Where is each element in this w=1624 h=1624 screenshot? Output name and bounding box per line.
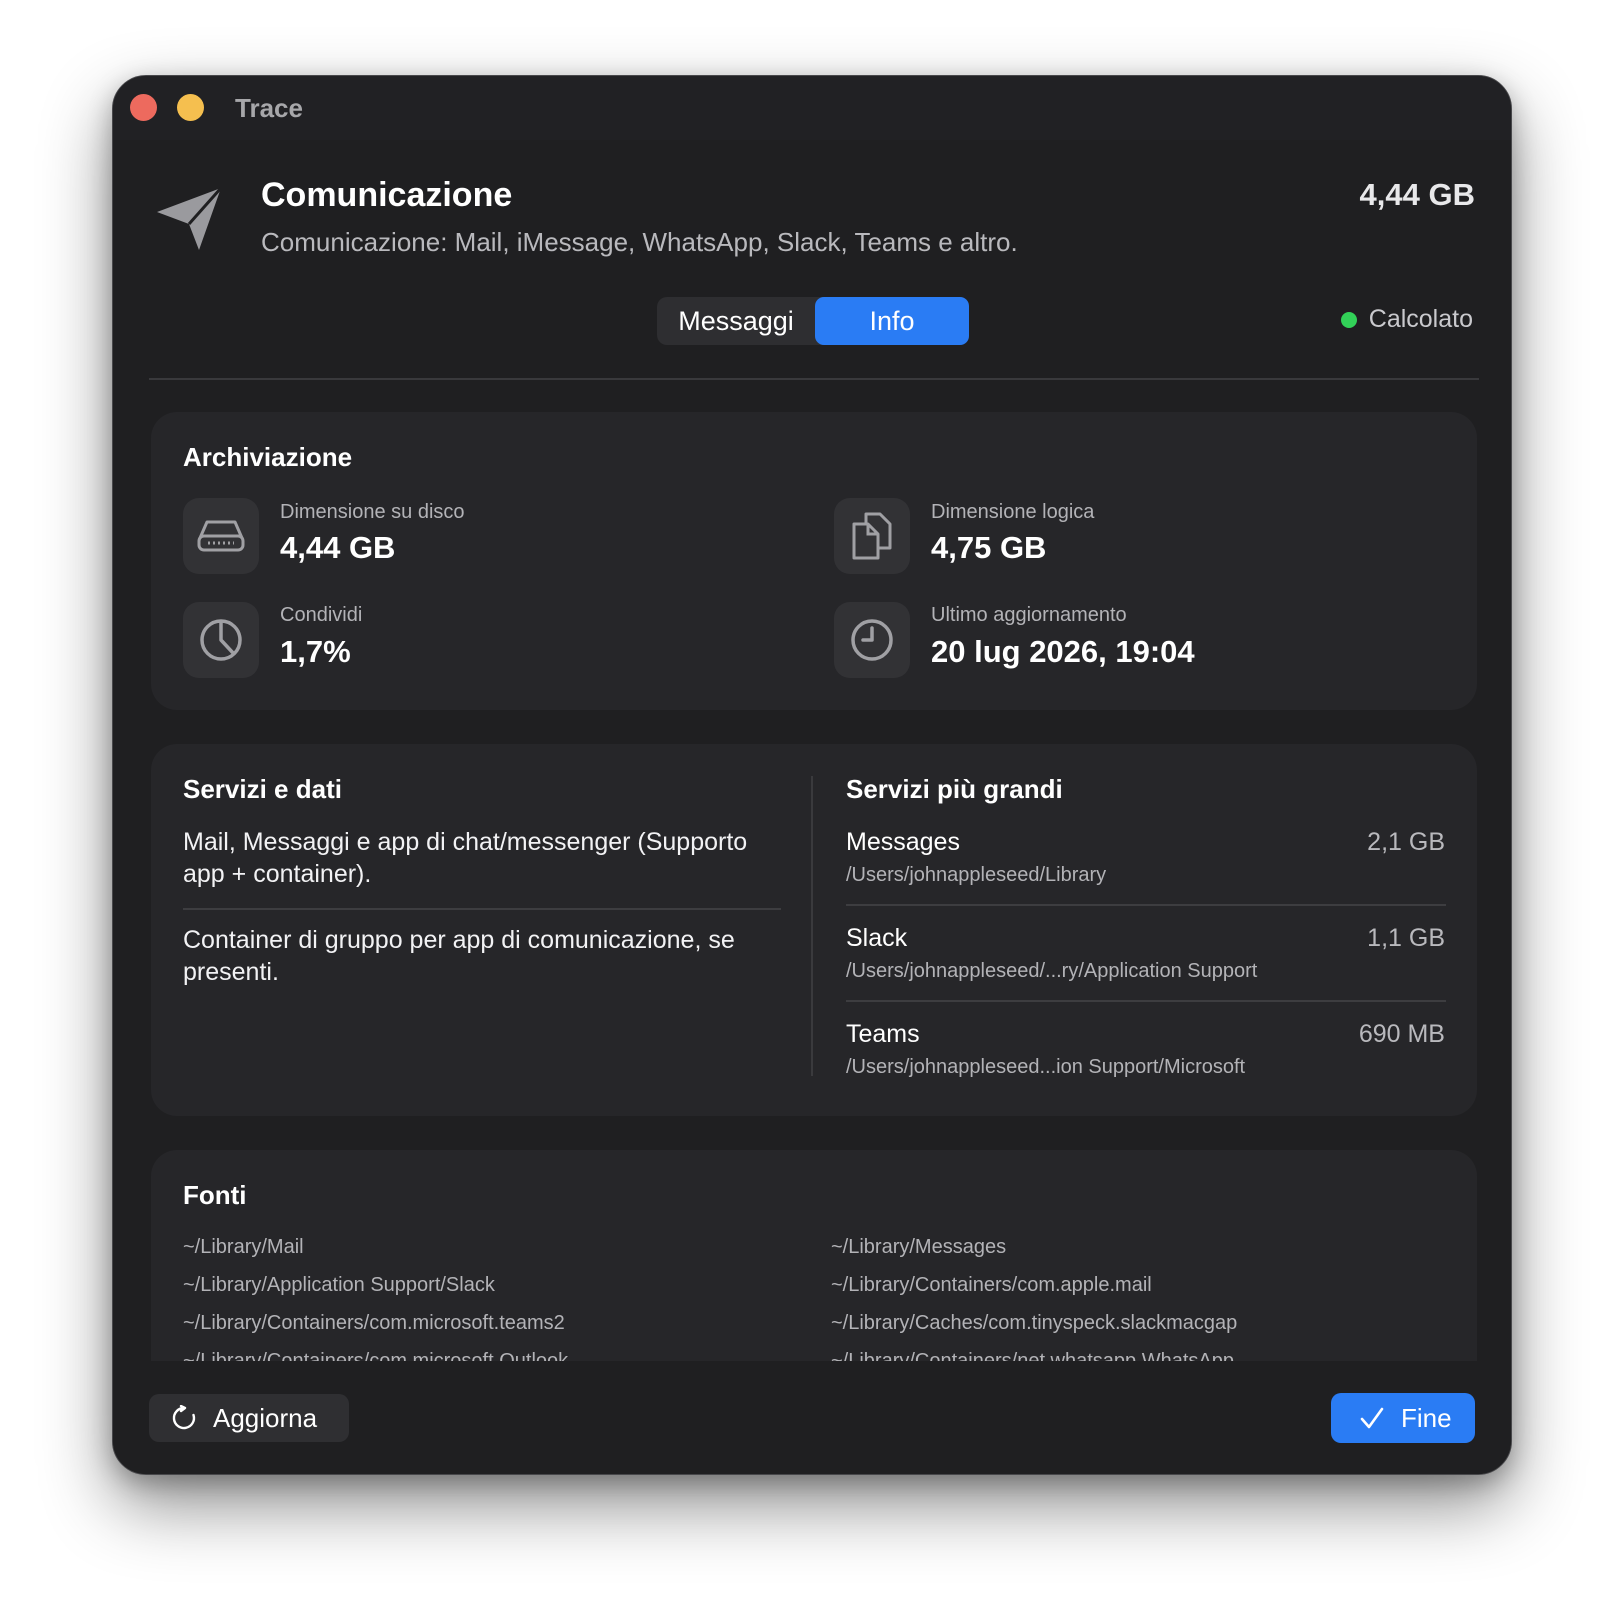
logical-size-value: 4,75 GB bbox=[931, 530, 1047, 565]
view-segmented-control: Messaggi Info bbox=[657, 297, 969, 345]
source-path: ~/Library/Messages bbox=[831, 1236, 1007, 1258]
window-title: Trace bbox=[235, 93, 303, 123]
service-size: 690 MB bbox=[1358, 1020, 1445, 1048]
tab-info[interactable]: Info bbox=[815, 297, 969, 345]
services-divider bbox=[183, 908, 781, 910]
category-title: Comunicazione bbox=[261, 176, 513, 214]
service-size: 2,1 GB bbox=[1367, 828, 1445, 856]
paperplane-icon bbox=[153, 184, 225, 256]
category-subtitle: Comunicazione: Mail, iMessage, WhatsApp,… bbox=[261, 227, 1018, 257]
share-label: Condividi bbox=[280, 604, 363, 626]
service-name: Teams bbox=[846, 1020, 920, 1048]
storage-title: Archiviazione bbox=[183, 442, 353, 472]
last-update-value: 20 lug 2026, 19:04 bbox=[931, 634, 1195, 669]
clock-icon bbox=[834, 602, 910, 678]
services-description-1: Mail, Messaggi e app di chat/messenger (… bbox=[183, 828, 748, 888]
disk-size-value: 4,44 GB bbox=[280, 530, 396, 565]
service-path: /Users/johnappleseed/Library bbox=[846, 864, 1107, 886]
refresh-button-label: Aggiorna bbox=[213, 1402, 318, 1433]
header-divider bbox=[149, 378, 1479, 380]
service-size: 1,1 GB bbox=[1367, 924, 1445, 952]
source-path: ~/Library/Mail bbox=[183, 1236, 304, 1258]
source-path: ~/Library/Caches/com.tinyspeck.slackmacg… bbox=[831, 1312, 1238, 1334]
service-name: Slack bbox=[846, 924, 908, 952]
category-size: 4,44 GB bbox=[1359, 177, 1475, 212]
largest-services-title: Servizi più grandi bbox=[846, 774, 1063, 804]
disk-icon bbox=[183, 498, 259, 574]
pie-chart-icon bbox=[183, 602, 259, 678]
done-button-label: Fine bbox=[1401, 1402, 1452, 1433]
source-path: ~/Library/Containers/com.microsoft.teams… bbox=[183, 1312, 565, 1334]
storage-card: Archiviazione Dimensione su disco 4,44 G… bbox=[151, 412, 1477, 710]
service-path: /Users/johnappleseed/...ry/Application S… bbox=[846, 960, 1258, 982]
minimize-window-button[interactable] bbox=[177, 94, 204, 121]
done-button[interactable]: Fine bbox=[1331, 1393, 1475, 1443]
services-card: Servizi e dati Mail, Messaggi e app di c… bbox=[151, 744, 1477, 1116]
refresh-icon bbox=[171, 1405, 197, 1431]
checkmark-icon bbox=[1359, 1406, 1385, 1430]
source-path: ~/Library/Application Support/Slack bbox=[183, 1274, 495, 1296]
close-window-button[interactable] bbox=[130, 94, 157, 121]
service-divider bbox=[846, 1000, 1446, 1002]
main-window: Trace Comunicazione Comunicazione: Mail,… bbox=[112, 75, 1512, 1475]
logical-size-label: Dimensione logica bbox=[931, 501, 1095, 523]
status-indicator: Calcolato bbox=[1340, 305, 1473, 334]
refresh-button[interactable]: Aggiorna bbox=[149, 1394, 349, 1442]
source-path: ~/Library/Containers/com.apple.mail bbox=[831, 1274, 1152, 1296]
documents-icon bbox=[834, 498, 910, 574]
status-label: Calcolato bbox=[1368, 305, 1473, 333]
service-name: Messages bbox=[846, 828, 960, 856]
service-path: /Users/johnappleseed...ion Support/Micro… bbox=[846, 1056, 1246, 1078]
services-data-title: Servizi e dati bbox=[183, 774, 342, 804]
status-dot bbox=[1340, 311, 1357, 328]
disk-size-label: Dimensione su disco bbox=[280, 501, 465, 523]
service-divider bbox=[846, 904, 1446, 906]
title-bar: Trace bbox=[113, 76, 1511, 140]
tab-messaggi[interactable]: Messaggi bbox=[657, 297, 815, 345]
last-update-label: Ultimo aggiornamento bbox=[931, 604, 1127, 626]
sources-title: Fonti bbox=[183, 1180, 247, 1210]
services-column-divider bbox=[811, 776, 813, 1076]
services-description-2: Container di gruppo per app di comunicaz… bbox=[183, 926, 735, 986]
share-value: 1,7% bbox=[280, 634, 351, 669]
